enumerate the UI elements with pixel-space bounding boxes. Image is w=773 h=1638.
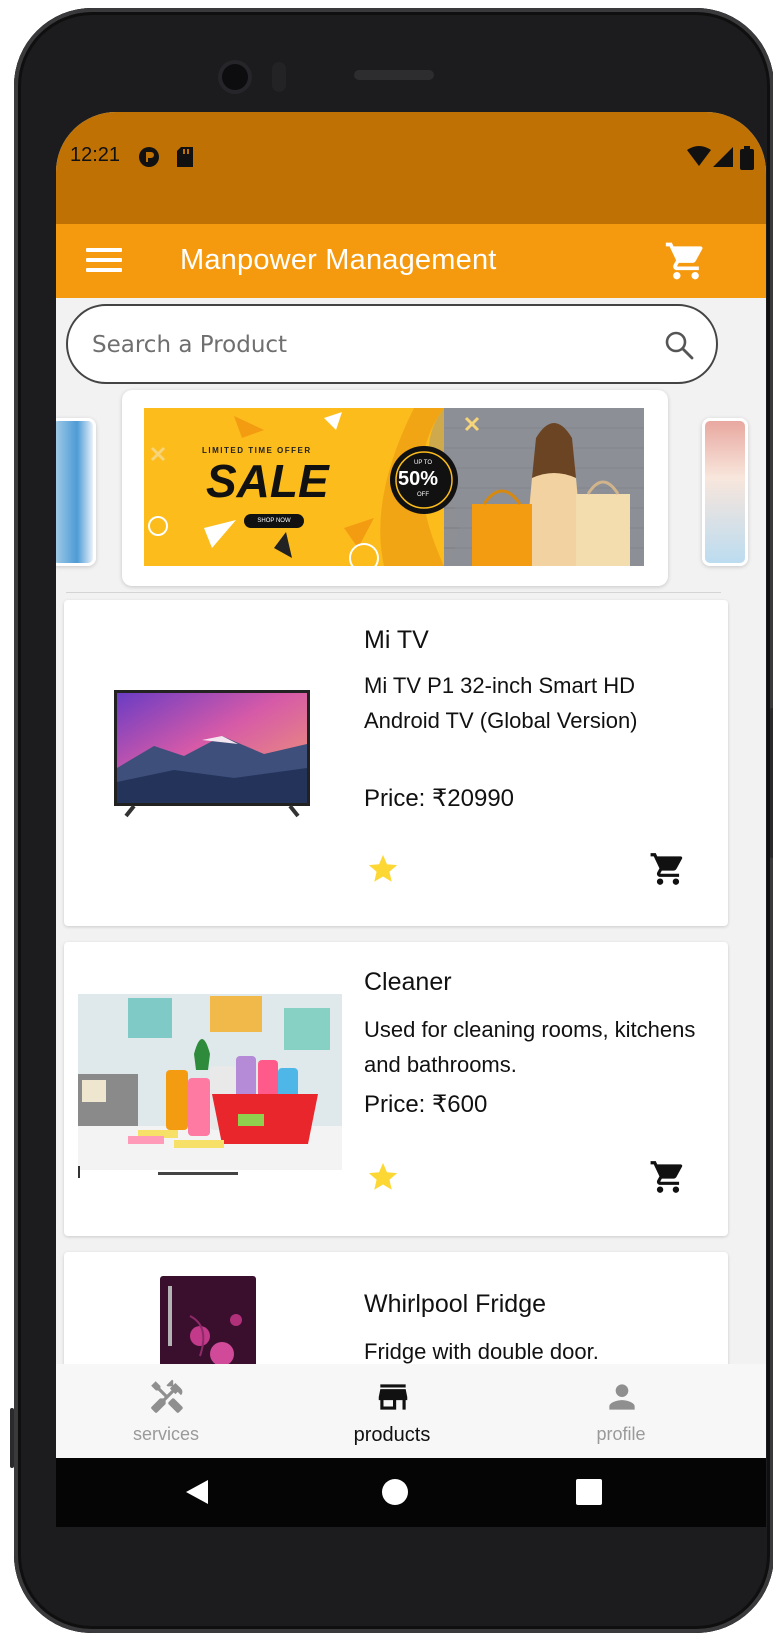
banner-carousel[interactable]: LIMITED TIME OFFER SALE UP TO 50% OFF SH… [56, 390, 766, 600]
search-bar [66, 304, 718, 384]
product-image-tv [114, 690, 310, 828]
product-card[interactable]: Mi TV Mi TV P1 32-inch Smart HD Android … [64, 600, 728, 926]
nav-products[interactable]: products [312, 1364, 472, 1458]
star-icon[interactable] [366, 1160, 400, 1194]
star-icon[interactable] [366, 852, 400, 886]
product-name: Cleaner [364, 968, 452, 996]
status-time: 12:21 [70, 144, 121, 166]
home-icon[interactable] [381, 1478, 409, 1510]
product-image-cleaner [78, 994, 342, 1184]
proximity-sensor [272, 62, 286, 92]
signal-icon [712, 146, 734, 172]
product-description: Used for cleaning rooms, kitchens and ba… [364, 1017, 696, 1077]
search-icon[interactable] [664, 330, 694, 364]
power-button [10, 1408, 14, 1468]
app-title: Manpower Management [180, 244, 497, 276]
banner-shop-button[interactable]: SHOP NOW [244, 514, 304, 528]
nav-label: profile [596, 1424, 646, 1444]
app-bar: Manpower Management [56, 224, 766, 298]
person-icon [603, 1378, 641, 1420]
add-to-cart-icon[interactable] [649, 850, 687, 888]
banner-badge-top: UP TO [414, 460, 433, 466]
tools-icon [148, 1378, 186, 1420]
data-saver-icon [138, 146, 160, 172]
banner-headline: SALE [206, 455, 329, 507]
product-description: Mi TV P1 32-inch Smart HD Android TV (Gl… [364, 673, 638, 733]
nav-label: products [353, 1424, 431, 1446]
nav-services[interactable]: services [86, 1364, 246, 1458]
carousel-next-slide[interactable] [702, 418, 748, 566]
back-icon[interactable] [184, 1478, 210, 1510]
battery-icon [740, 146, 754, 174]
banner-badge-bottom: OFF [417, 492, 429, 498]
hamburger-menu-icon[interactable] [86, 248, 122, 274]
carousel-divider [66, 592, 721, 593]
nav-profile[interactable]: profile [541, 1364, 701, 1458]
product-price: Price: ₹20990 [364, 785, 515, 812]
banner-card[interactable]: LIMITED TIME OFFER SALE UP TO 50% OFF SH… [122, 390, 668, 586]
wifi-icon [686, 146, 712, 172]
system-navigation-bar [56, 1458, 766, 1527]
add-to-cart-icon[interactable] [649, 1158, 687, 1196]
carousel-prev-slide[interactable] [56, 418, 96, 566]
sd-card-icon [176, 146, 194, 172]
screen: 12:21 Manpower Management Search a Produ… [56, 112, 766, 1527]
product-card[interactable]: Cleaner Used for cleaning rooms, kitchen… [64, 942, 728, 1236]
cart-icon[interactable] [664, 238, 708, 288]
banner-badge-value: 50% [398, 468, 439, 490]
front-camera [222, 64, 248, 90]
recents-icon[interactable] [576, 1479, 602, 1509]
store-icon [374, 1378, 412, 1420]
product-name: Whirlpool Fridge [364, 1290, 547, 1318]
phone-frame: 12:21 Manpower Management Search a Produ… [10, 8, 773, 1633]
earpiece [354, 70, 434, 80]
product-name: Mi TV [364, 626, 429, 654]
sale-banner[interactable]: LIMITED TIME OFFER SALE UP TO 50% OFF SH… [144, 408, 644, 566]
search-input[interactable] [90, 326, 634, 364]
status-bar: 12:21 [56, 112, 766, 224]
bottom-navigation: services products profile [56, 1364, 766, 1458]
product-price: Price: ₹600 [364, 1091, 488, 1118]
nav-label: services [132, 1424, 199, 1444]
